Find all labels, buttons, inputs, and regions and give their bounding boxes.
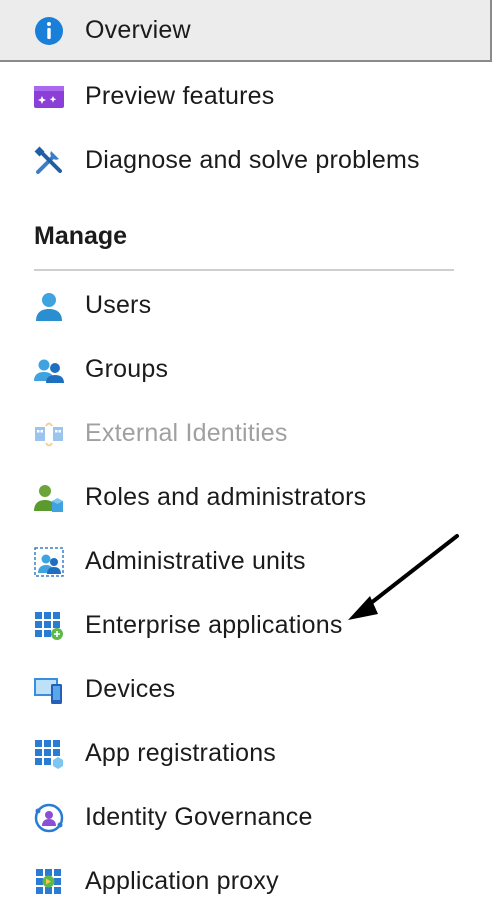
administrative-units-icon bbox=[33, 546, 65, 578]
left-navigation-menu: Overview Preview features Diagnose and s… bbox=[0, 0, 500, 924]
nav-item-label: Administrative units bbox=[85, 547, 306, 575]
nav-item-devices[interactable]: Devices bbox=[0, 659, 492, 721]
nav-item-diagnose-and-solve-problems[interactable]: Diagnose and solve problems bbox=[0, 130, 492, 192]
section-divider bbox=[34, 269, 454, 271]
tools-icon bbox=[33, 145, 65, 177]
nav-item-label: Users bbox=[85, 291, 152, 319]
nav-item-label: Overview bbox=[85, 16, 191, 44]
application-proxy-icon bbox=[33, 866, 65, 898]
nav-item-label: External Identities bbox=[85, 419, 288, 447]
preview-features-icon bbox=[33, 81, 65, 113]
nav-item-label: App registrations bbox=[85, 739, 276, 767]
nav-item-label: Groups bbox=[85, 355, 169, 383]
identity-governance-icon bbox=[33, 802, 65, 834]
nav-item-label: Diagnose and solve problems bbox=[85, 146, 420, 174]
nav-item-roles-and-administrators[interactable]: Roles and administrators bbox=[0, 467, 492, 529]
nav-item-label: Application proxy bbox=[85, 867, 279, 895]
section-title-manage: Manage bbox=[34, 222, 128, 250]
nav-item-identity-governance[interactable]: Identity Governance bbox=[0, 787, 492, 849]
roles-icon bbox=[33, 482, 65, 514]
nav-item-label: Devices bbox=[85, 675, 176, 703]
nav-item-preview-features[interactable]: Preview features bbox=[0, 66, 492, 128]
nav-item-application-proxy[interactable]: Application proxy bbox=[0, 851, 492, 913]
enterprise-apps-icon bbox=[33, 610, 65, 642]
nav-item-label: Roles and administrators bbox=[85, 483, 367, 511]
nav-item-label: Enterprise applications bbox=[85, 611, 343, 639]
external-identities-icon bbox=[33, 418, 65, 450]
nav-item-groups[interactable]: Groups bbox=[0, 339, 492, 401]
nav-item-users[interactable]: Users bbox=[0, 275, 492, 337]
nav-item-app-registrations[interactable]: App registrations bbox=[0, 723, 492, 785]
nav-item-external-identities[interactable]: External Identities bbox=[0, 403, 492, 465]
nav-item-overview[interactable]: Overview bbox=[0, 0, 492, 62]
user-icon bbox=[33, 290, 65, 322]
devices-icon bbox=[33, 674, 65, 706]
app-registrations-icon bbox=[33, 738, 65, 770]
annotation-arrow-icon bbox=[348, 534, 459, 620]
nav-item-label: Identity Governance bbox=[85, 803, 313, 831]
nav-item-label: Preview features bbox=[85, 82, 275, 110]
info-icon bbox=[33, 15, 65, 47]
groups-icon bbox=[33, 354, 65, 386]
